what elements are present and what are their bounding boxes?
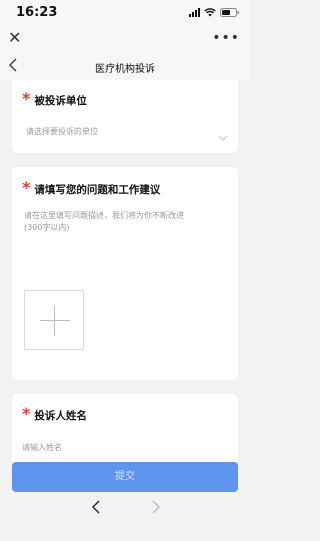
unit-label-row: * 被投诉单位 (22, 89, 87, 108)
required-mark: * (22, 178, 31, 197)
add-photo-button[interactable] (24, 290, 84, 350)
unit-label: 被投诉单位 (34, 95, 87, 107)
name-label-row: * 投诉人姓名 (22, 404, 87, 423)
chevron-down-icon[interactable] (218, 127, 228, 141)
forward-arrow-icon[interactable] (148, 499, 162, 515)
page-title: 医疗机构投诉 (95, 64, 155, 75)
required-mark: * (22, 404, 31, 423)
name-label: 投诉人姓名 (34, 410, 87, 422)
submit-button[interactable]: 提交 (12, 462, 238, 492)
plus-icon (40, 320, 70, 321)
status-time: 16:23 (16, 5, 58, 20)
system-icons (189, 8, 240, 17)
issue-hint-line2: (300字以内) (24, 223, 70, 232)
browser-toolbar (0, 494, 250, 541)
issue-label: 请填写您的问题和工作建议 (34, 184, 161, 196)
unit-select[interactable]: 请选择要投诉的单位 (26, 126, 98, 138)
issue-textarea[interactable]: 请在这里填写问题描述，我们将为你不断改进 (300字以内) (24, 210, 234, 234)
wifi-icon (204, 8, 216, 17)
more-icon[interactable]: ••• (212, 31, 240, 45)
required-mark: * (22, 89, 31, 108)
issue-hint-line1: 请在这里填写问题描述，我们将为你不断改进 (24, 211, 184, 220)
name-input[interactable]: 请输入姓名 (22, 442, 62, 454)
battery-icon (220, 8, 240, 17)
back-arrow-icon[interactable] (90, 499, 104, 515)
issue-label-row: * 请填写您的问题和工作建议 (22, 178, 160, 197)
cellular-signal-icon (189, 8, 200, 17)
close-icon[interactable]: ✕ (8, 30, 21, 46)
